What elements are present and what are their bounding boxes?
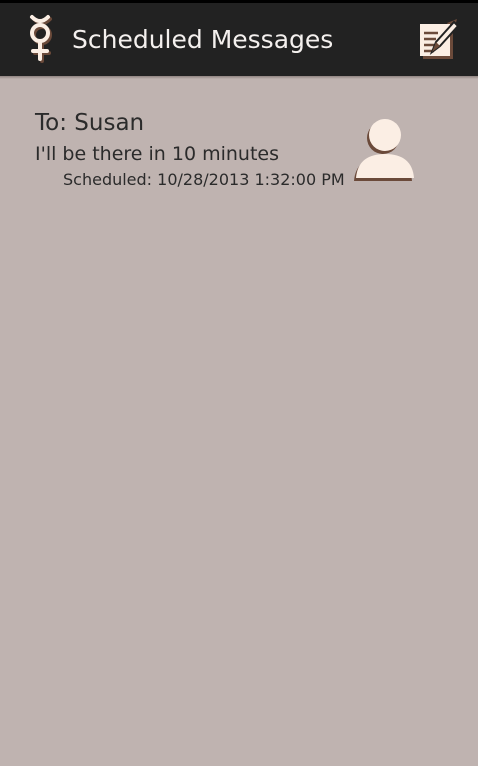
recipient-line: To: Susan [35,108,144,138]
recipient-name: Susan [74,110,145,136]
to-label: To: [35,110,67,136]
scheduled-message-item[interactable]: To: Susan I'll be there in 10 minutes Sc… [0,96,478,206]
message-body: I'll be there in 10 minutes [35,143,280,165]
scheduled-label: Scheduled: [63,170,153,189]
mercury-symbol-icon[interactable] [24,14,60,66]
app-title: Scheduled Messages [72,25,334,54]
compose-icon[interactable] [414,18,460,64]
action-bar: Scheduled Messages [0,3,478,76]
action-bar-shadow [0,76,478,79]
scheduled-time: 10/28/2013 1:32:00 PM [157,170,345,189]
scheduled-time-line: Scheduled: 10/28/2013 1:32:00 PM [63,169,345,191]
contact-avatar-icon[interactable] [352,114,418,182]
